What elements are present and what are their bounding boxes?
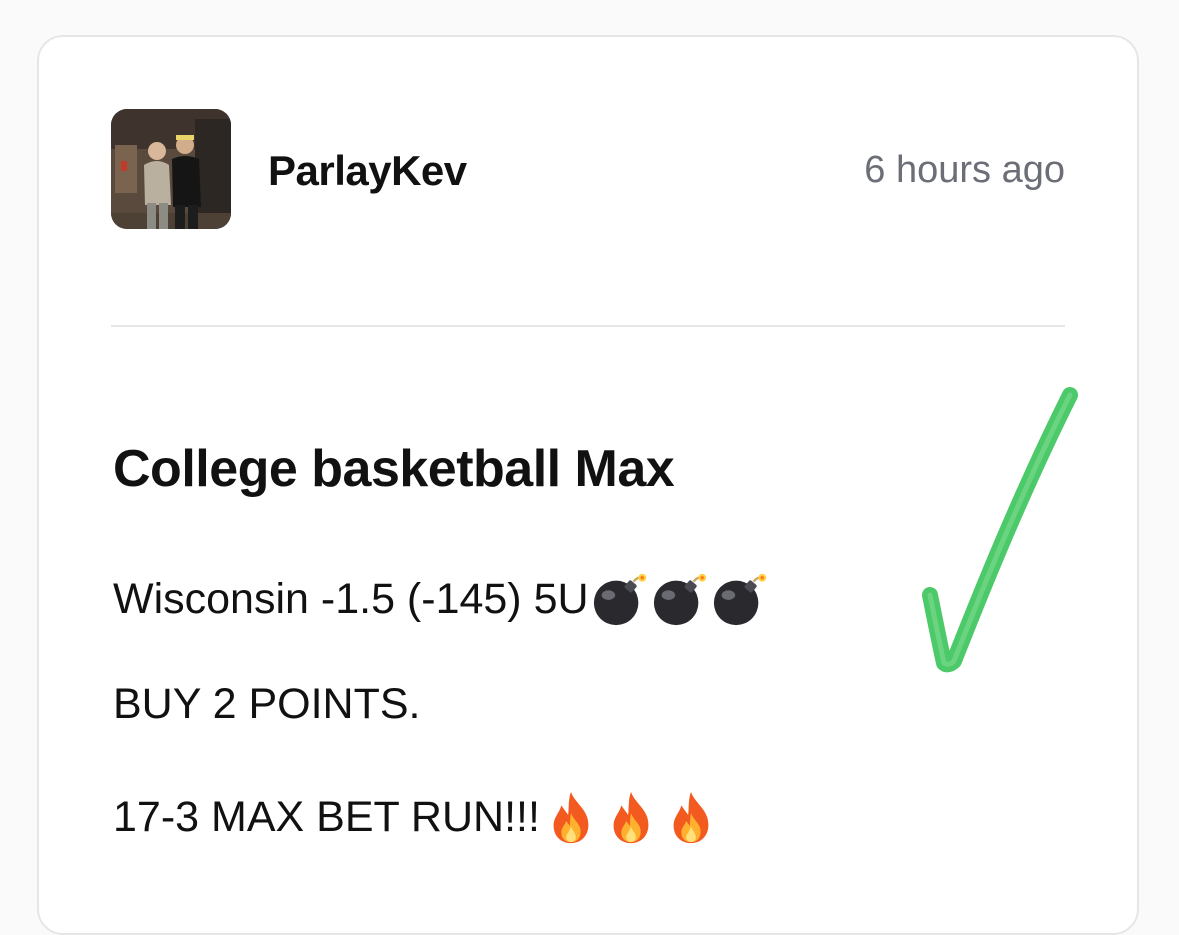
header-divider — [111, 325, 1065, 327]
bomb-emoji-row — [591, 570, 771, 628]
post-line-record: 17-3 MAX BET RUN!!! — [113, 788, 722, 846]
avatar[interactable] — [111, 109, 231, 229]
post-line-note: BUY 2 POINTS. — [113, 680, 420, 729]
post-line-text: Wisconsin -1.5 (-145) 5U — [113, 574, 589, 623]
post-line-pick: Wisconsin -1.5 (-145) 5U — [113, 570, 771, 628]
bomb-icon — [713, 573, 766, 626]
fire-icon — [673, 791, 709, 844]
checkmark-icon — [922, 387, 1078, 673]
post-timestamp: 6 hours ago — [864, 149, 1065, 191]
bomb-icon — [653, 573, 706, 626]
fire-icon — [553, 791, 589, 844]
avatar-photo — [111, 109, 231, 229]
bomb-icon — [593, 573, 646, 626]
fire-icon — [613, 791, 649, 844]
author-name[interactable]: ParlayKev — [268, 147, 467, 195]
fire-emoji-row — [542, 788, 722, 846]
post-line-text: BUY 2 POINTS. — [113, 680, 421, 728]
post-line-text: 17-3 MAX BET RUN!!! — [113, 792, 540, 841]
post-title: College basketball Max — [113, 440, 675, 498]
